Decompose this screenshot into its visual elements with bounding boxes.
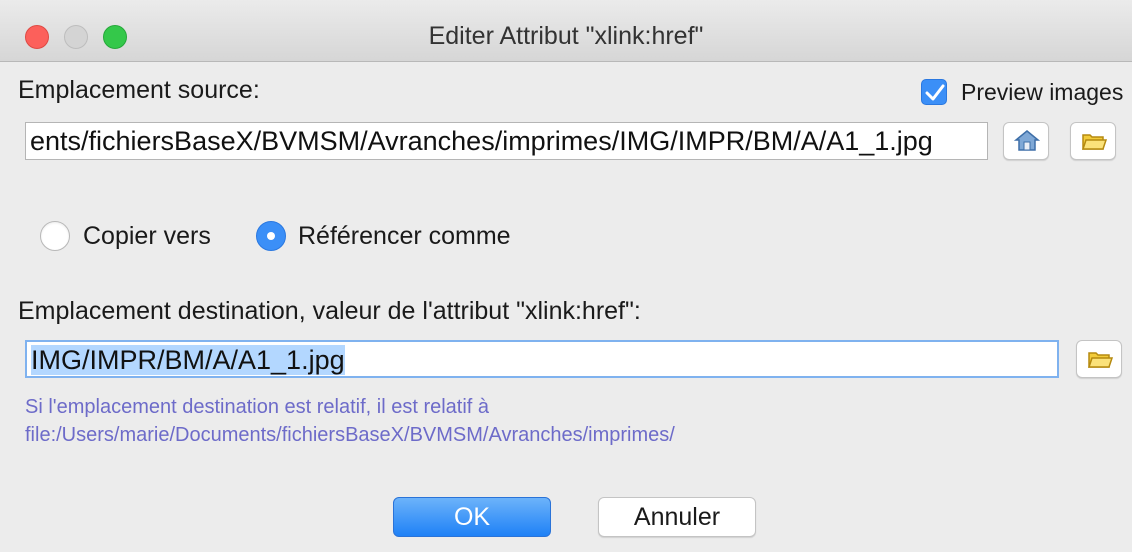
reference-as-radio[interactable] [256, 221, 286, 251]
browse-source-button[interactable] [1070, 122, 1116, 160]
source-location-label: Emplacement source: [18, 76, 260, 104]
folder-icon [1081, 134, 1107, 150]
copy-to-radio[interactable] [40, 221, 70, 251]
copy-to-label: Copier vers [83, 222, 211, 250]
home-icon [1014, 130, 1040, 151]
destination-location-label: Emplacement destination, valeur de l'att… [18, 297, 641, 325]
cancel-button[interactable]: Annuler [598, 497, 756, 537]
folder-icon [1087, 352, 1113, 368]
destination-path-field[interactable]: IMG/IMPR/BM/A/A1_1.jpg [25, 340, 1059, 378]
source-path-field[interactable]: ents/fichiersBaseX/BVMSM/Avranches/impri… [25, 122, 988, 160]
home-button[interactable] [1003, 122, 1049, 160]
relative-info-line1: Si l'emplacement destination est relatif… [25, 396, 490, 418]
destination-path-value: IMG/IMPR/BM/A/A1_1.jpg [31, 345, 345, 375]
source-path-value: ents/fichiersBaseX/BVMSM/Avranches/impri… [30, 126, 933, 156]
relative-info-line2: file:/Users/marie/Documents/fichiersBase… [25, 424, 675, 446]
browse-destination-button[interactable] [1076, 340, 1122, 378]
checkmark-icon [925, 84, 945, 101]
window-title: Editer Attribut "xlink:href" [428, 22, 704, 50]
reference-as-label: Référencer comme [298, 222, 511, 250]
ok-button[interactable]: OK [393, 497, 551, 537]
preview-images-checkbox[interactable] [921, 79, 947, 105]
title-bar: Editer Attribut "xlink:href" [0, 0, 1132, 62]
preview-images-label: Preview images [961, 79, 1124, 105]
